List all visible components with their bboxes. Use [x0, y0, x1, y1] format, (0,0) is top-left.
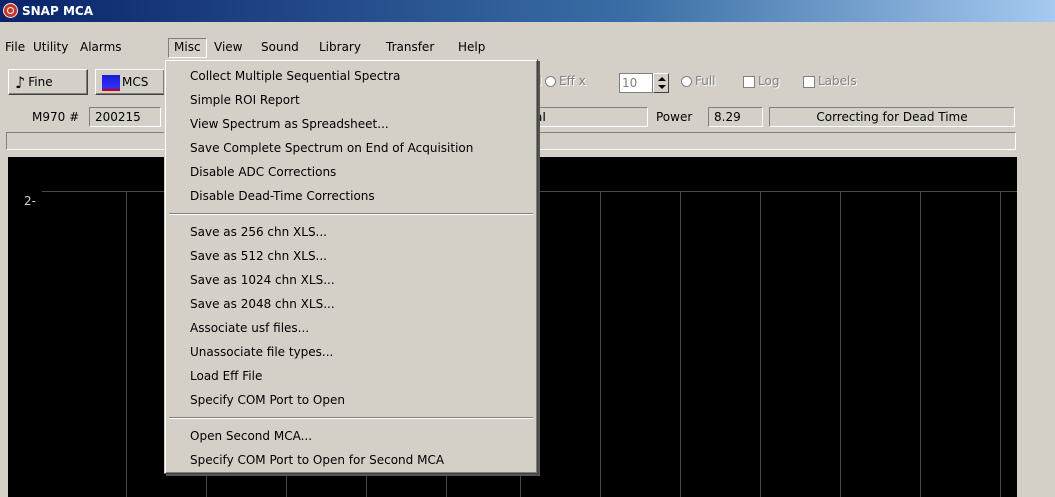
menu-sound[interactable]: Sound	[256, 38, 304, 56]
menu-item-save-512[interactable]: Save as 512 chn XLS...	[190, 246, 327, 266]
labels-checkbox[interactable]: Labels	[803, 74, 857, 88]
full-radio[interactable]: Full	[681, 74, 716, 88]
m970-value: 200215	[89, 107, 161, 127]
menu-misc[interactable]: Misc	[168, 38, 207, 58]
menu-item-com-port-second-mca[interactable]: Specify COM Port to Open for Second MCA	[190, 450, 444, 470]
correction-status: Correcting for Dead Time	[769, 107, 1015, 127]
detector-value: NaI	[520, 107, 648, 127]
menu-item-simple-roi-report[interactable]: Simple ROI Report	[190, 90, 300, 110]
title-bar: SNAP MCA	[0, 0, 1055, 22]
menu-item-collect-multiple-spectra[interactable]: Collect Multiple Sequential Spectra	[190, 66, 400, 86]
window-title: SNAP MCA	[22, 4, 93, 18]
menu-item-load-eff[interactable]: Load Eff File	[190, 366, 262, 386]
menu-transfer[interactable]: Transfer	[381, 38, 439, 56]
power-value: 8.29	[708, 107, 763, 127]
menu-view[interactable]: View	[209, 38, 247, 56]
menu-item-open-second-mca[interactable]: Open Second MCA...	[190, 426, 312, 446]
eff-label: Eff x	[559, 74, 586, 88]
y-axis-tick-label: 2-	[24, 194, 36, 208]
eff-spin-button[interactable]	[653, 73, 669, 93]
grid-line	[1000, 191, 1001, 497]
grid-line	[840, 191, 841, 497]
log-label: Log	[758, 74, 780, 88]
eff-value-input[interactable]: 10	[619, 73, 653, 93]
log-checkbox[interactable]: Log	[743, 74, 779, 88]
eff-radio[interactable]: Eff x	[545, 74, 586, 88]
menu-item-view-spreadsheet[interactable]: View Spectrum as Spreadsheet...	[190, 114, 389, 134]
spectrum-icon	[102, 74, 120, 91]
menu-utility[interactable]: Utility	[28, 38, 73, 56]
grid-line	[600, 191, 601, 497]
menu-separator	[169, 417, 533, 419]
menu-help[interactable]: Help	[453, 38, 490, 56]
labels-label: Labels	[818, 74, 857, 88]
eff-radio-icon	[545, 76, 556, 87]
power-label: Power	[656, 110, 693, 124]
app-logo-icon	[3, 3, 18, 18]
mcs-label: MCS	[122, 75, 149, 89]
menu-item-save-2048[interactable]: Save as 2048 chn XLS...	[190, 294, 335, 314]
fine-button[interactable]: ♪ Fine	[8, 69, 88, 95]
grid-line	[760, 191, 761, 497]
mcs-button[interactable]: MCS	[95, 69, 165, 95]
full-radio-icon	[681, 76, 692, 87]
grid-line	[126, 191, 127, 497]
menu-item-save-256[interactable]: Save as 256 chn XLS...	[190, 222, 327, 242]
menu-separator	[169, 213, 533, 215]
menu-item-specify-com-port[interactable]: Specify COM Port to Open	[190, 390, 345, 410]
grid-line	[680, 191, 681, 497]
menu-bar: File Utility Alarms Misc View Sound Libr…	[0, 37, 1055, 58]
music-note-icon: ♪	[15, 72, 26, 92]
menu-item-save-1024[interactable]: Save as 1024 chn XLS...	[190, 270, 335, 290]
menu-file[interactable]: File	[0, 38, 30, 56]
menu-alarms[interactable]: Alarms	[75, 38, 127, 56]
m970-label: M970 #	[32, 110, 80, 124]
full-label: Full	[695, 74, 716, 88]
grid-line	[920, 191, 921, 497]
labels-checkbox-icon	[803, 75, 815, 88]
menu-item-unassociate[interactable]: Unassociate file types...	[190, 342, 333, 362]
menu-item-save-complete-spectrum[interactable]: Save Complete Spectrum on End of Acquisi…	[190, 138, 473, 158]
menu-item-disable-dead-time[interactable]: Disable Dead-Time Corrections	[190, 186, 375, 206]
menu-library[interactable]: Library	[314, 38, 366, 56]
misc-dropdown-menu: Collect Multiple Sequential Spectra Simp…	[164, 59, 538, 474]
menu-item-disable-adc[interactable]: Disable ADC Corrections	[190, 162, 336, 182]
log-checkbox-icon	[743, 75, 755, 88]
menu-item-associate-usf[interactable]: Associate usf files...	[190, 318, 309, 338]
fine-label: Fine	[28, 75, 53, 89]
